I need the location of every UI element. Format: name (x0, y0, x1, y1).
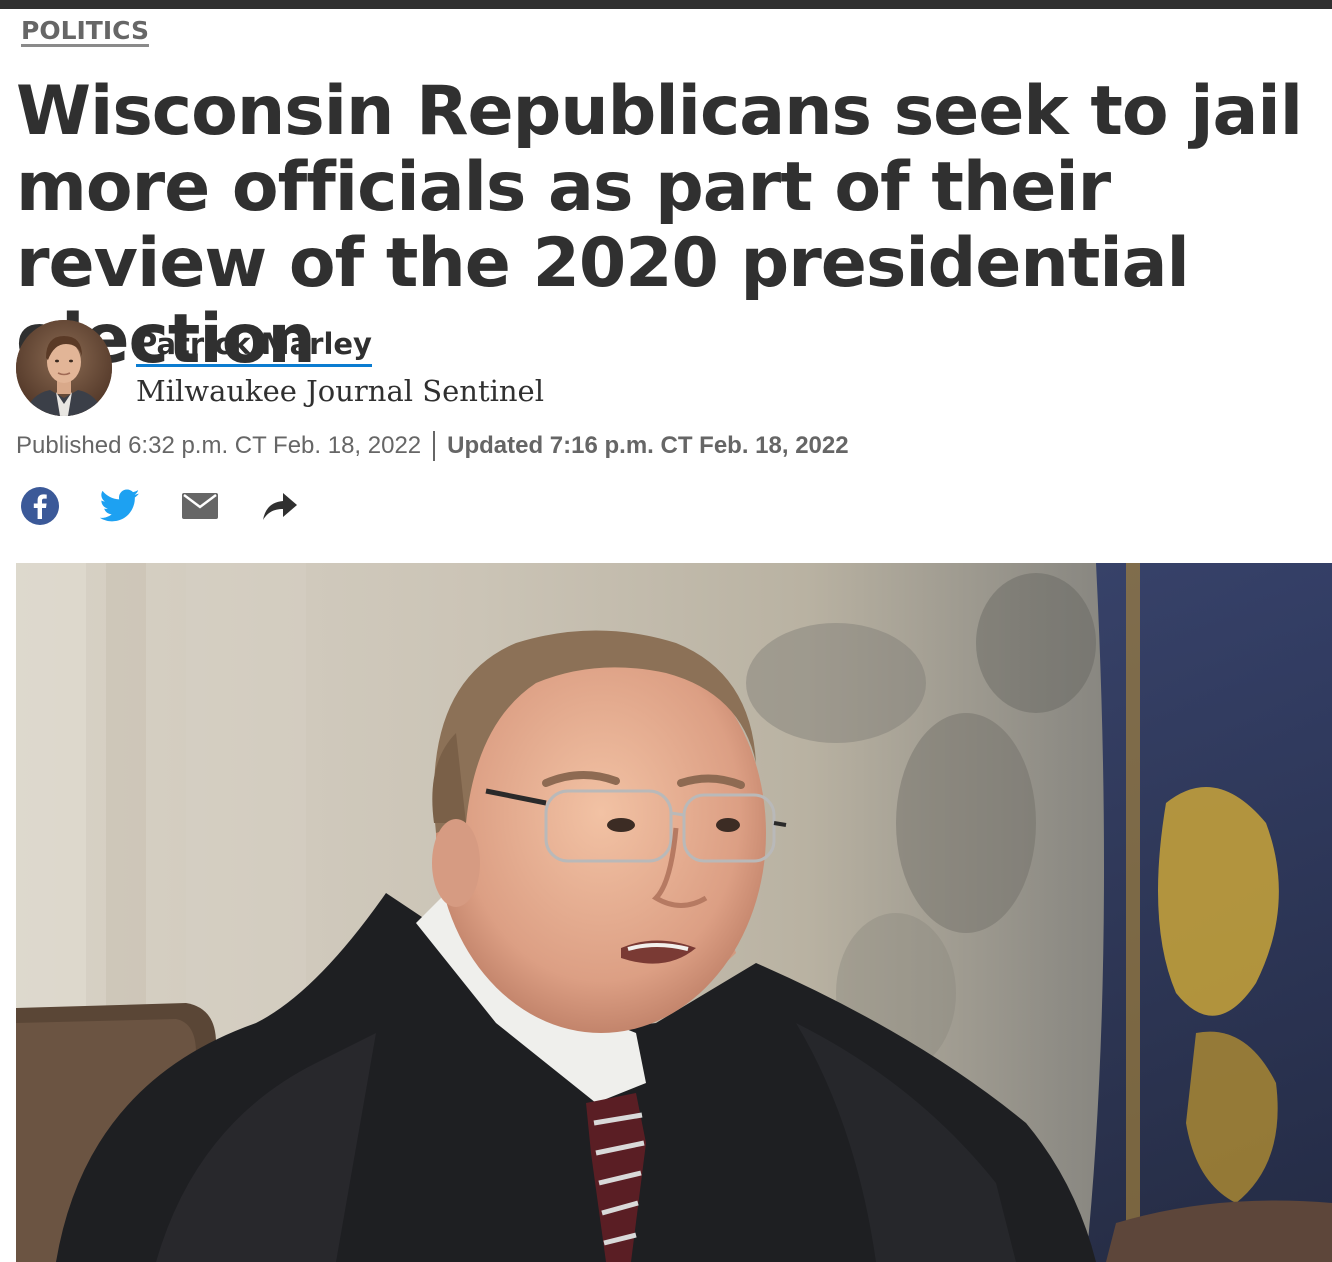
hero-photo-judge (16, 563, 1332, 1262)
author-avatar[interactable] (16, 320, 112, 416)
article-dateline: Published 6:32 p.m. CT Feb. 18, 2022 Upd… (16, 430, 849, 462)
author-name-link[interactable]: Patrick Marley (136, 324, 372, 367)
published-date: Published 6:32 p.m. CT Feb. 18, 2022 (16, 432, 422, 459)
facebook-icon (21, 487, 59, 525)
share-facebook-button[interactable] (16, 482, 64, 530)
author-photo (16, 320, 112, 416)
share-more-button[interactable] (256, 482, 304, 530)
author-organization: Milwaukee Journal Sentinel (136, 374, 544, 408)
twitter-icon (100, 489, 140, 522)
share-email-button[interactable] (176, 482, 224, 530)
share-twitter-button[interactable] (96, 482, 144, 530)
updated-date: Updated 7:16 p.m. CT Feb. 18, 2022 (447, 432, 849, 459)
share-arrow-icon (263, 493, 297, 520)
section-label-politics[interactable]: POLITICS (21, 15, 149, 47)
share-bar (16, 482, 336, 530)
email-icon (182, 493, 218, 519)
hero-image[interactable] (16, 563, 1332, 1262)
top-bar (0, 0, 1332, 9)
date-divider (433, 431, 436, 461)
